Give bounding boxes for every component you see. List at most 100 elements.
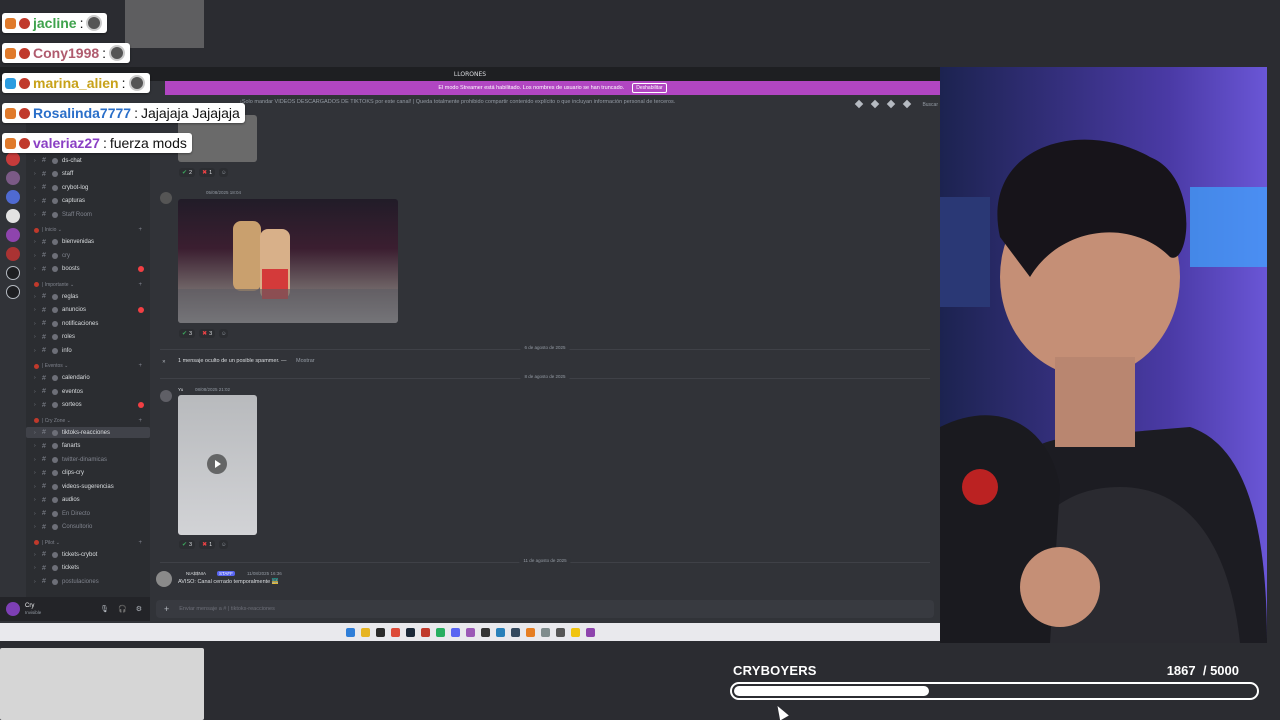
chevron-right-icon[interactable]: › bbox=[34, 171, 38, 177]
chat-username[interactable]: Cony1998 bbox=[33, 45, 99, 61]
chevron-right-icon[interactable]: › bbox=[34, 470, 38, 476]
sidebar-channel[interactable]: › # eventos bbox=[26, 386, 150, 397]
app-icon[interactable] bbox=[420, 627, 430, 637]
chevron-right-icon[interactable]: › bbox=[34, 158, 38, 164]
chevron-right-icon[interactable]: › bbox=[34, 294, 38, 300]
sidebar-channel[interactable]: › # ds-chat bbox=[26, 155, 150, 166]
chevron-right-icon[interactable]: › bbox=[34, 484, 38, 490]
reaction-check[interactable]: ✔ 3 bbox=[179, 540, 196, 549]
headphones-icon[interactable]: 🎧 bbox=[118, 605, 127, 613]
sidebar-channel[interactable]: › # anuncios bbox=[26, 305, 150, 316]
chevron-right-icon[interactable]: › bbox=[34, 457, 38, 463]
chevron-right-icon[interactable]: › bbox=[34, 321, 38, 327]
avatar[interactable] bbox=[156, 571, 172, 587]
channel-category[interactable]: | Inicio ⌄ + bbox=[26, 226, 150, 235]
video-attachment[interactable] bbox=[178, 395, 257, 535]
channel-category[interactable]: | Cry Zone ⌄ + bbox=[26, 416, 150, 425]
sidebar-channel[interactable]: › # clips-cry bbox=[26, 468, 150, 479]
message-author[interactable]: NIA$$NIA bbox=[186, 571, 206, 576]
add-channel-icon[interactable]: + bbox=[138, 418, 142, 424]
chevron-right-icon[interactable]: › bbox=[34, 511, 38, 517]
message-author[interactable]: Yu bbox=[178, 387, 183, 392]
gear-icon[interactable]: ⚙ bbox=[136, 605, 142, 613]
app-icon[interactable] bbox=[525, 627, 535, 637]
threads-icon[interactable] bbox=[854, 99, 864, 109]
server-icon[interactable] bbox=[6, 228, 20, 242]
chat-username[interactable]: Rosalinda7777 bbox=[33, 105, 131, 121]
add-server-icon[interactable] bbox=[6, 266, 20, 280]
explore-icon[interactable] bbox=[6, 285, 20, 299]
discord-icon[interactable] bbox=[450, 627, 460, 637]
chat-username[interactable]: jacline bbox=[33, 15, 77, 31]
chevron-right-icon[interactable]: › bbox=[34, 524, 38, 530]
mic-icon[interactable]: 🎙 bbox=[100, 605, 109, 613]
pin-icon[interactable] bbox=[886, 99, 896, 109]
channel-category[interactable]: | Importante ⌄ + bbox=[26, 280, 150, 289]
bell-icon[interactable] bbox=[870, 99, 880, 109]
app-icon[interactable] bbox=[375, 627, 385, 637]
app-icon[interactable] bbox=[540, 627, 550, 637]
sidebar-channel[interactable]: › # notificaciones bbox=[26, 318, 150, 329]
app-icon[interactable] bbox=[495, 627, 505, 637]
start-icon[interactable] bbox=[345, 627, 355, 637]
disable-streamer-button[interactable]: Deshabilitar bbox=[632, 83, 667, 93]
add-channel-icon[interactable]: + bbox=[138, 363, 142, 369]
attach-plus-icon[interactable]: + bbox=[164, 604, 169, 614]
chevron-right-icon[interactable]: › bbox=[34, 239, 38, 245]
chevron-right-icon[interactable]: › bbox=[34, 212, 38, 218]
sidebar-channel[interactable]: › # staff bbox=[26, 169, 150, 180]
reaction-check[interactable]: ✔ 3 bbox=[179, 329, 196, 338]
sidebar-channel[interactable]: › # cry bbox=[26, 250, 150, 261]
sidebar-channel[interactable]: › # Consultorio bbox=[26, 522, 150, 533]
add-channel-icon[interactable]: + bbox=[138, 540, 142, 546]
chevron-right-icon[interactable]: › bbox=[34, 552, 38, 558]
app-icon[interactable] bbox=[435, 627, 445, 637]
app-icon[interactable] bbox=[510, 627, 520, 637]
sidebar-channel[interactable]: › # reglas bbox=[26, 291, 150, 302]
reaction-cross[interactable]: ✖ 1 bbox=[199, 168, 216, 177]
chat-username[interactable]: marina_alien bbox=[33, 75, 119, 91]
chevron-right-icon[interactable]: › bbox=[34, 348, 38, 354]
add-channel-icon[interactable]: + bbox=[138, 227, 142, 233]
reaction-check[interactable]: ✔ 2 bbox=[179, 168, 196, 177]
chevron-right-icon[interactable]: › bbox=[34, 497, 38, 503]
chevron-right-icon[interactable]: › bbox=[34, 266, 38, 272]
chevron-right-icon[interactable]: › bbox=[34, 579, 38, 585]
chevron-right-icon[interactable]: › bbox=[34, 565, 38, 571]
sidebar-channel[interactable]: › # sorteos bbox=[26, 400, 150, 411]
close-icon[interactable]: ✕ bbox=[162, 359, 166, 365]
server-icon[interactable] bbox=[6, 247, 20, 261]
video-attachment-boxing[interactable] bbox=[178, 199, 398, 323]
add-reaction-icon[interactable]: ☺ bbox=[219, 540, 229, 549]
app-icon[interactable] bbox=[585, 627, 595, 637]
chevron-right-icon[interactable]: › bbox=[34, 389, 38, 395]
chevron-right-icon[interactable]: › bbox=[34, 307, 38, 313]
chevron-right-icon[interactable]: › bbox=[34, 198, 38, 204]
play-icon[interactable] bbox=[207, 454, 227, 474]
channel-category[interactable]: | Eventos ⌄ + bbox=[26, 362, 150, 371]
chevron-right-icon[interactable]: › bbox=[34, 185, 38, 191]
sidebar-channel[interactable]: › # roles bbox=[26, 332, 150, 343]
sidebar-channel[interactable]: › # crybot-log bbox=[26, 182, 150, 193]
add-reaction-icon[interactable]: ☺ bbox=[219, 329, 229, 338]
sidebar-channel[interactable]: › # tickets-crybot bbox=[26, 549, 150, 560]
channel-category[interactable]: | Pilot ⌄ + bbox=[26, 538, 150, 547]
sidebar-channel[interactable]: › # tiktoks-reacciones bbox=[26, 427, 150, 438]
members-icon[interactable] bbox=[902, 99, 912, 109]
reaction-cross[interactable]: ✖ 1 bbox=[199, 540, 216, 549]
chevron-right-icon[interactable]: › bbox=[34, 334, 38, 340]
chevron-right-icon[interactable]: › bbox=[34, 443, 38, 449]
search-input[interactable]: Buscar bbox=[922, 102, 938, 108]
channel-topic[interactable]: ¡Solo mandar VIDEOS DESCARGADOS DE TIKTO… bbox=[240, 99, 675, 105]
show-hidden-link[interactable]: Mostrar bbox=[296, 358, 315, 364]
folder-icon[interactable] bbox=[360, 627, 370, 637]
sidebar-channel[interactable]: › # calendario bbox=[26, 373, 150, 384]
sidebar-channel[interactable]: › # bienvenidas bbox=[26, 237, 150, 248]
sidebar-channel[interactable]: › # capturas bbox=[26, 196, 150, 207]
avatar[interactable] bbox=[160, 390, 172, 402]
server-icon[interactable] bbox=[6, 171, 20, 185]
steam-icon[interactable] bbox=[405, 627, 415, 637]
reaction-cross[interactable]: ✖ 3 bbox=[199, 329, 216, 338]
chevron-right-icon[interactable]: › bbox=[34, 253, 38, 259]
server-icon[interactable] bbox=[6, 152, 20, 166]
